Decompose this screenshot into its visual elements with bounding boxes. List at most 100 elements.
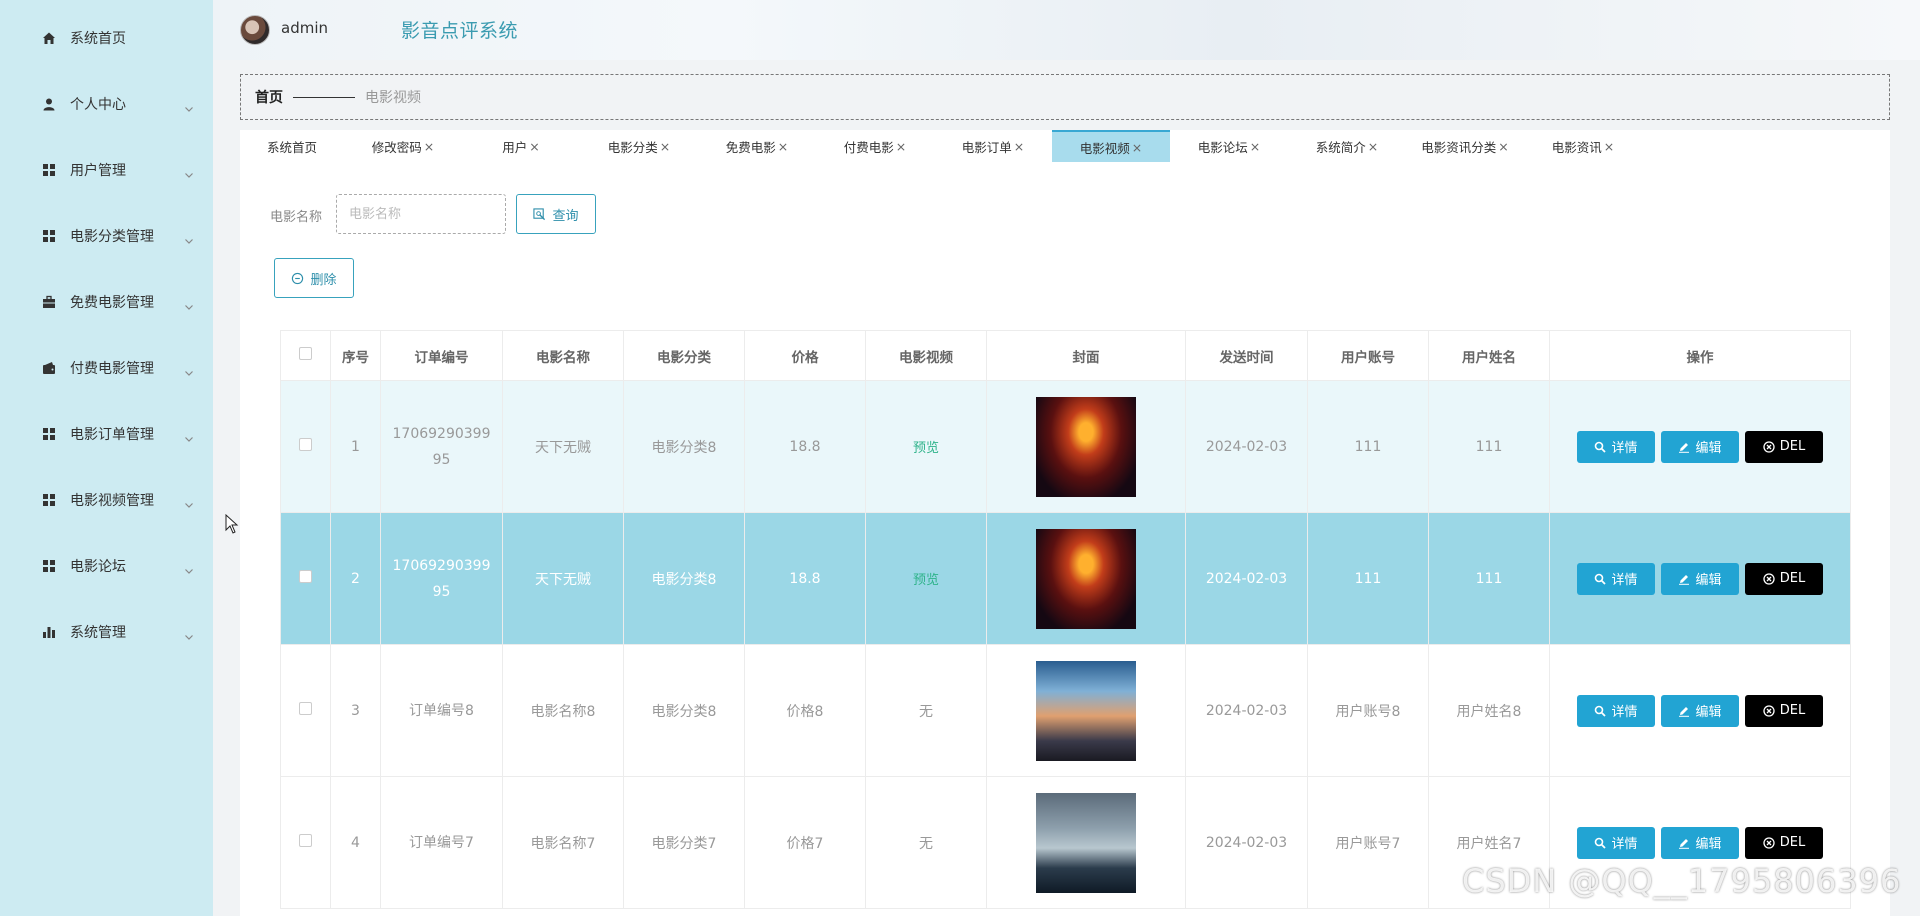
- row-checkbox[interactable]: [299, 702, 312, 715]
- chevron-down-icon[interactable]: [184, 495, 194, 508]
- close-icon[interactable]: ×: [1014, 139, 1024, 154]
- user-name[interactable]: admin: [281, 19, 328, 37]
- tab-7[interactable]: 电影视频 ×: [1052, 130, 1170, 162]
- chevron-down-icon[interactable]: [184, 99, 194, 112]
- row-select-cell[interactable]: [280, 644, 331, 777]
- sidebar-item-4[interactable]: 免费电影管理: [0, 269, 213, 335]
- close-icon[interactable]: ×: [1498, 139, 1508, 154]
- table-row[interactable]: 3 订单编号8 电影名称8 电影分类8 价格8 无 2024-02-03 用户账号8 用户姓名8…: [280, 644, 1851, 777]
- price-cell: 价格7: [744, 776, 866, 909]
- delete-row-button[interactable]: DEL: [1745, 562, 1823, 595]
- delete-row-button[interactable]: DEL: [1745, 430, 1823, 463]
- close-icon[interactable]: ×: [1368, 139, 1378, 154]
- video-preview: 无: [919, 703, 933, 720]
- sidebar-item-0[interactable]: 系统首页: [0, 5, 213, 71]
- sidebar-item-8[interactable]: 电影论坛: [0, 533, 213, 599]
- close-icon[interactable]: ×: [424, 139, 434, 154]
- detail-button[interactable]: 详情: [1577, 826, 1655, 859]
- close-icon[interactable]: ×: [1604, 139, 1614, 154]
- tab-11[interactable]: 电影资讯 ×: [1524, 130, 1642, 162]
- chevron-down-icon[interactable]: [184, 231, 194, 244]
- delete-button[interactable]: 删除: [274, 258, 354, 298]
- tab-4[interactable]: 免费电影 ×: [698, 130, 816, 162]
- sidebar-item-1[interactable]: 个人中心: [0, 71, 213, 137]
- detail-button[interactable]: 详情: [1577, 430, 1655, 463]
- breadcrumb-home[interactable]: 首页: [255, 87, 283, 107]
- row-checkbox[interactable]: [299, 438, 312, 451]
- row-checkbox[interactable]: [299, 834, 312, 847]
- delete-label: DEL: [1779, 835, 1806, 850]
- tab-9[interactable]: 系统简介 ×: [1288, 130, 1406, 162]
- tab-5[interactable]: 付费电影 ×: [816, 130, 934, 162]
- index-cell: 1: [330, 380, 381, 513]
- chevron-down-icon[interactable]: [184, 627, 194, 640]
- category-cell: 电影分类8: [623, 512, 745, 645]
- chevron-down-icon[interactable]: [184, 429, 194, 442]
- delete-row-button[interactable]: DEL: [1745, 826, 1823, 859]
- row-select-cell[interactable]: [280, 512, 331, 645]
- sidebar-item-3[interactable]: 电影分类管理: [0, 203, 213, 269]
- send-time-cell: 2024-02-03: [1185, 512, 1308, 645]
- close-icon[interactable]: ×: [896, 139, 906, 154]
- row-checkbox[interactable]: [299, 570, 312, 583]
- detail-button[interactable]: 详情: [1577, 694, 1655, 727]
- cover-image[interactable]: [1036, 396, 1136, 497]
- edit-button[interactable]: 编辑: [1661, 826, 1739, 859]
- video-cell[interactable]: 预览: [865, 380, 987, 513]
- table-row[interactable]: 1 1706929039995 天下无贼 电影分类8 18.8 预览 2024-02-03 1…: [280, 380, 1851, 513]
- table-row[interactable]: 2 1706929039995 天下无贼 电影分类8 18.8 预览 2024-02-03 1…: [280, 512, 1851, 645]
- select-all-checkbox[interactable]: [299, 347, 312, 360]
- sidebar-item-6[interactable]: 电影订单管理: [0, 401, 213, 467]
- close-icon[interactable]: ×: [1132, 140, 1142, 155]
- video-preview[interactable]: 预览: [913, 573, 939, 588]
- category-cell: 电影分类8: [623, 644, 745, 777]
- edit-button[interactable]: 编辑: [1661, 562, 1739, 595]
- query-button[interactable]: 查询: [516, 194, 596, 234]
- tab-8[interactable]: 电影论坛 ×: [1170, 130, 1288, 162]
- chevron-down-icon[interactable]: [184, 561, 194, 574]
- avatar[interactable]: [240, 15, 270, 45]
- video-preview: 无: [919, 835, 933, 852]
- edit-button[interactable]: 编辑: [1661, 694, 1739, 727]
- tab-1[interactable]: 修改密码 ×: [344, 130, 462, 162]
- send-time-cell: 2024-02-03: [1185, 776, 1308, 909]
- cover-image[interactable]: [1036, 660, 1136, 761]
- detail-label: 详情: [1611, 837, 1638, 852]
- video-cell[interactable]: 预览: [865, 512, 987, 645]
- edit-button[interactable]: 编辑: [1661, 430, 1739, 463]
- row-select-cell[interactable]: [280, 776, 331, 909]
- close-icon[interactable]: ×: [660, 139, 670, 154]
- sidebar-item-2[interactable]: 用户管理: [0, 137, 213, 203]
- select-all-header[interactable]: [280, 330, 331, 381]
- chevron-down-icon[interactable]: [184, 165, 194, 178]
- home-icon: [42, 31, 56, 45]
- cover-cell: [986, 776, 1186, 909]
- tab-bar: 系统首页 修改密码 × 用户 × 电影分类 × 免费电影 × 付费电影 × 电影订单 × 电影视频 × 电影论…: [240, 130, 1890, 162]
- delete-row-button[interactable]: DEL: [1745, 694, 1823, 727]
- cover-image[interactable]: [1036, 792, 1136, 893]
- detail-button[interactable]: 详情: [1577, 562, 1655, 595]
- close-icon[interactable]: ×: [778, 139, 788, 154]
- sidebar-item-9[interactable]: 系统管理: [0, 599, 213, 665]
- chevron-down-icon[interactable]: [184, 297, 194, 310]
- order-number: 1706929039995: [392, 425, 491, 468]
- cover-image[interactable]: [1036, 528, 1136, 629]
- close-circle-icon: [1763, 704, 1775, 717]
- sidebar-item-7[interactable]: 电影视频管理: [0, 467, 213, 533]
- grid-icon: [42, 163, 56, 177]
- tab-0[interactable]: 系统首页: [240, 130, 344, 162]
- search-icon: [1595, 705, 1607, 717]
- close-icon[interactable]: ×: [1250, 139, 1260, 154]
- tab-10[interactable]: 电影资讯分类 ×: [1406, 130, 1524, 162]
- tab-label: 免费电影: [725, 139, 776, 155]
- sidebar-item-5[interactable]: 付费电影管理: [0, 335, 213, 401]
- chevron-down-icon[interactable]: [184, 363, 194, 376]
- tab-6[interactable]: 电影订单 ×: [934, 130, 1052, 162]
- close-icon[interactable]: ×: [529, 139, 539, 154]
- row-select-cell[interactable]: [280, 380, 331, 513]
- close-circle-icon: [1763, 572, 1775, 585]
- movie-name-search-input[interactable]: [336, 194, 506, 234]
- tab-3[interactable]: 电影分类 ×: [580, 130, 698, 162]
- tab-2[interactable]: 用户 ×: [462, 130, 580, 162]
- video-preview[interactable]: 预览: [913, 441, 939, 456]
